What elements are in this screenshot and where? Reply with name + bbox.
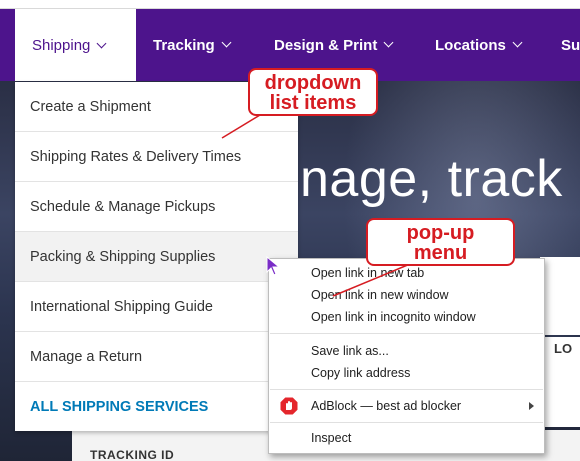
hero-headline: nage, track [300,150,563,208]
ctx-open-incognito[interactable]: Open link in incognito window [311,310,476,324]
dropdown-item-return[interactable]: Manage a Return [15,332,298,382]
annotation-dropdown-line2: list items [269,92,357,114]
ctx-save-link[interactable]: Save link as... [311,344,389,358]
ctx-adblock[interactable]: AdBlock — best ad blocker [311,399,461,413]
annotation-dropdown-line1: dropdown [264,72,362,94]
dropdown-item-packing[interactable]: Packing & Shipping Supplies [15,232,298,282]
screenshot-frame: Shipping Tracking Design & Print Locatio… [0,0,580,461]
nav-support[interactable]: Su [561,9,580,81]
context-menu: Open link in new tab Open link in new wi… [268,258,545,454]
side-panel-top [540,257,580,335]
adblock-hand-icon [280,397,298,415]
shipping-dropdown: Create a Shipment Shipping Rates & Deliv… [15,82,298,431]
ctx-open-new-window[interactable]: Open link in new window [311,288,449,302]
nav-tracking-label: Tracking [153,36,215,54]
dropdown-item-international[interactable]: International Shipping Guide [15,282,298,332]
nav-design-print-label: Design & Print [274,36,378,54]
annotation-dropdown-callout: dropdown list items [248,68,378,116]
annotation-popup-callout: pop-up menu [366,218,515,266]
nav-locations[interactable]: Locations [435,9,523,81]
annotation-popup-line1: pop-up [406,222,475,244]
dropdown-item-pickups[interactable]: Schedule & Manage Pickups [15,182,298,232]
submenu-arrow-icon [529,402,534,410]
dropdown-item-rates[interactable]: Shipping Rates & Delivery Times [15,132,298,182]
mouse-cursor-icon [266,256,281,276]
side-panel: LO [540,337,580,427]
chevron-down-icon [512,37,523,48]
nav-locations-label: Locations [435,36,506,54]
nav-shipping[interactable]: Shipping [15,9,136,82]
chevron-down-icon [221,37,232,48]
ctx-inspect[interactable]: Inspect [311,431,351,445]
dropdown-item-all-services[interactable]: ALL SHIPPING SERVICES [15,382,298,432]
nav-support-label: Su [561,36,580,54]
browser-top-strip [0,0,580,9]
chevron-down-icon [96,38,107,48]
side-panel-label: LO [554,341,573,356]
ctx-copy-link[interactable]: Copy link address [311,366,410,380]
nav-shipping-label: Shipping [32,37,91,54]
ctx-open-new-tab[interactable]: Open link in new tab [311,266,424,280]
chevron-down-icon [383,37,394,48]
tracking-id-label: TRACKING ID [90,448,175,461]
ctx-separator [270,422,543,423]
annotation-popup-line2: menu [413,242,468,264]
ctx-separator [270,333,543,334]
nav-tracking[interactable]: Tracking [153,9,232,81]
ctx-separator [270,389,543,390]
